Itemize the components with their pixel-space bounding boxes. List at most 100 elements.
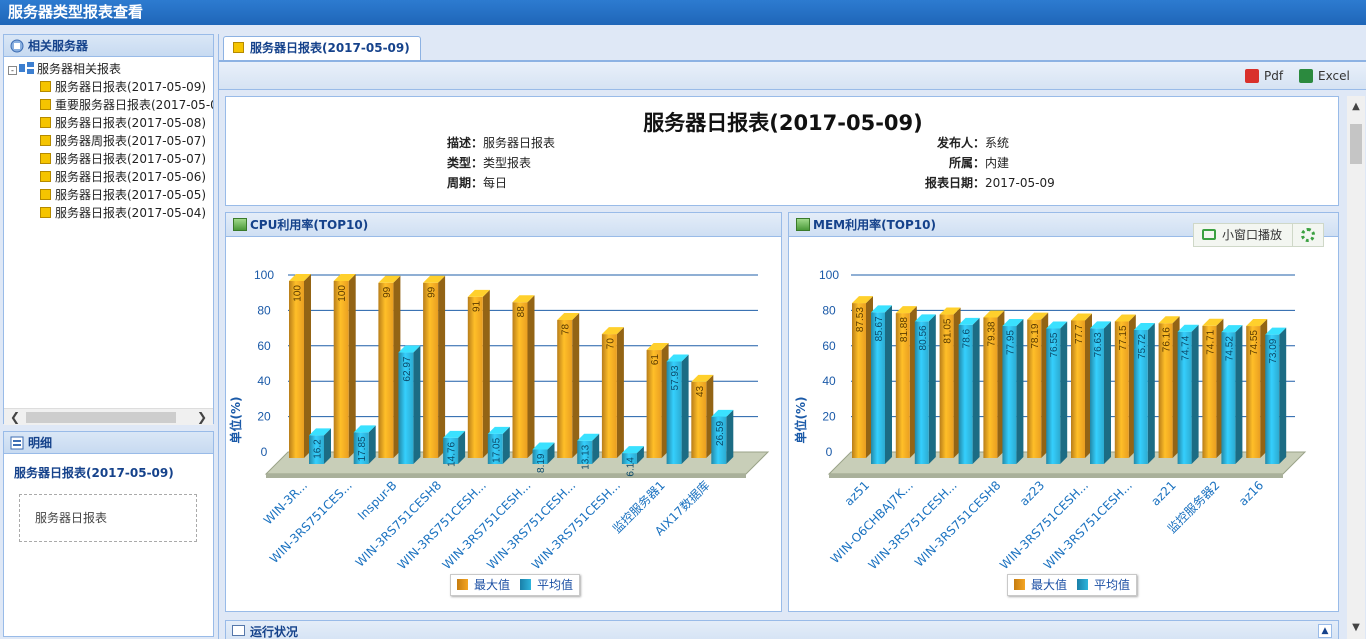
meta-owner: 所属：内建 [923, 153, 1009, 173]
bar-side [572, 312, 580, 458]
y-tick-label: 60 [822, 339, 836, 353]
x-tick-label: Inspur-B [355, 478, 399, 522]
scroll-right-icon[interactable]: ❯ [193, 409, 211, 426]
bar-side [1016, 319, 1024, 464]
report-header: 服务器日报表(2017-05-09) 描述：服务器日报表 类型：类型报表 周期：… [225, 96, 1339, 206]
bar-max[interactable] [467, 289, 490, 458]
data-label: 26.59 [715, 421, 726, 446]
excel-label: Excel [1318, 69, 1350, 83]
data-label: 76.55 [1049, 332, 1060, 357]
tree-hscrollbar[interactable]: ❮ ❯ [4, 408, 213, 425]
tree-item[interactable]: 服务器日报表(2017-05-07) [40, 150, 206, 168]
x-tick-label: WIN-3RS751CES... [267, 478, 355, 566]
related-servers-title: 相关服务器 [28, 39, 89, 53]
bar-max[interactable] [378, 275, 401, 458]
avg-legend-label[interactable]: 平均值 [1094, 578, 1130, 592]
export-pdf-button[interactable]: Pdf [1245, 68, 1283, 84]
meta-desc-key: 描述： [446, 136, 483, 150]
bar-front [646, 350, 662, 458]
tree-root[interactable]: - 服务器相关报表 [8, 60, 121, 78]
x-tick-label: WIN-O6CHBAJ7K... [828, 478, 916, 566]
bar-side [482, 289, 490, 458]
x-tick-label: WIN-3RS751CESH8 [912, 478, 1004, 570]
tree-item[interactable]: 服务器周报表(2017-05-07) [40, 132, 206, 150]
scroll-left-icon[interactable]: ❮ [6, 409, 24, 426]
report-item-icon [40, 117, 51, 128]
data-label: 80.56 [918, 325, 929, 350]
mem-chart: 100 80 60 40 20 0 单位(%) 87.53 85.67 az51 81.88 80.5… [793, 268, 1307, 572]
scroll-up-icon[interactable]: ▲ [1347, 98, 1365, 116]
mem-chart-title: MEM利用率(TOP10) [813, 218, 936, 232]
data-label: 43 [695, 385, 706, 397]
meta-owner-value: 内建 [985, 156, 1010, 170]
data-label: 61 [650, 354, 661, 366]
meta-type-value: 类型报表 [483, 156, 532, 170]
bar-max[interactable] [512, 295, 535, 458]
bar-max[interactable] [423, 275, 446, 458]
max-legend-label[interactable]: 最大值 [1031, 578, 1067, 592]
y-tick-label: 0 [826, 445, 833, 459]
data-label: 74.52 [1224, 336, 1235, 361]
west-region: 相关服务器 - 服务器相关报表 服务器日报表(2017-05-09) 重要服务器日报… [3, 34, 214, 639]
cpu-chart-title: CPU利用率(TOP10) [250, 218, 369, 232]
tree-item-label: 服务器日报表(2017-05-08) [55, 116, 207, 130]
scroll-thumb[interactable] [1350, 124, 1362, 164]
mem-chart-panel: MEM利用率(TOP10) 小窗口播放 100 80 60 40 20 0 单位(%) 87.… [788, 212, 1339, 612]
cpu-chart-header: CPU利用率(TOP10) [226, 213, 781, 237]
collapse-icon[interactable]: - [8, 66, 17, 75]
data-label: 99 [427, 286, 438, 298]
tree-item[interactable]: 服务器日报表(2017-05-05) [40, 186, 206, 204]
tree-item[interactable]: 服务器日报表(2017-05-08) [40, 114, 206, 132]
y-tick-label: 80 [822, 303, 836, 317]
bar-front [512, 302, 528, 458]
max-legend-label[interactable]: 最大值 [474, 578, 510, 592]
bar-side [348, 274, 356, 458]
chart-icon [233, 218, 247, 231]
data-label: 88 [516, 306, 527, 318]
run-status-panel[interactable]: 运行状况 ▲ [225, 620, 1339, 639]
bar-front [557, 319, 573, 458]
avg-legend-label[interactable]: 平均值 [537, 578, 573, 592]
data-label: 76.16 [1162, 327, 1173, 352]
data-label: 78 [561, 324, 572, 336]
table-icon [232, 625, 245, 636]
x-tick-label: WIN-3RS751CESH... [440, 478, 534, 572]
report-item-icon [40, 189, 51, 200]
bar-side [1279, 327, 1287, 464]
export-excel-button[interactable]: Excel [1299, 68, 1350, 84]
tab-report[interactable]: 服务器日报表(2017-05-09) [223, 36, 421, 60]
center-region: 服务器日报表(2017-05-09) Pdf Excel 服务器日报表(2017… [218, 34, 1366, 639]
data-label: 77.7 [1074, 324, 1085, 344]
tree-item[interactable]: 服务器日报表(2017-05-04) [40, 204, 206, 222]
report-tab-icon [233, 42, 244, 53]
scroll-down-icon[interactable]: ▼ [1347, 619, 1365, 637]
mem-legend[interactable]: 最大值 平均值 [1007, 574, 1138, 596]
x-tick-label: WIN-3RS751CESH... [1041, 478, 1135, 572]
related-servers-header[interactable]: 相关服务器 [4, 35, 213, 57]
y-axis-label: 单位(%) [793, 397, 808, 444]
data-label: 79.38 [986, 321, 997, 346]
content-vscrollbar[interactable]: ▲ ▼ [1347, 96, 1365, 639]
detail-header[interactable]: 明细 [4, 432, 213, 454]
data-label: 57.93 [670, 365, 681, 390]
max-legend-icon [1014, 579, 1025, 590]
bar-side [527, 295, 535, 458]
y-tick-label: 40 [257, 374, 271, 388]
tree-item-label: 服务器日报表(2017-05-09) [55, 80, 207, 94]
meta-type-key: 类型： [446, 156, 483, 170]
data-label: 78.6 [962, 328, 973, 348]
meta-period: 周期：每日 [429, 173, 507, 193]
collapse-up-icon[interactable]: ▲ [1318, 624, 1332, 638]
tree-item[interactable]: 服务器日报表(2017-05-09) [40, 78, 206, 96]
data-label: 6.14 [625, 457, 636, 477]
meta-publisher-key: 发布人： [936, 136, 985, 150]
scroll-thumb[interactable] [26, 412, 176, 423]
chart-floor-edge [266, 474, 746, 478]
bar-side [928, 314, 936, 464]
tree-item[interactable]: 重要服务器日报表(2017-05-09) [40, 96, 213, 114]
data-label: 81.05 [943, 318, 954, 343]
related-servers-panel: 相关服务器 - 服务器相关报表 服务器日报表(2017-05-09) 重要服务器日报… [3, 34, 214, 425]
chart-floor-edge [829, 474, 1283, 478]
cpu-legend[interactable]: 最大值 平均值 [450, 574, 581, 596]
tree-item[interactable]: 服务器日报表(2017-05-06) [40, 168, 206, 186]
